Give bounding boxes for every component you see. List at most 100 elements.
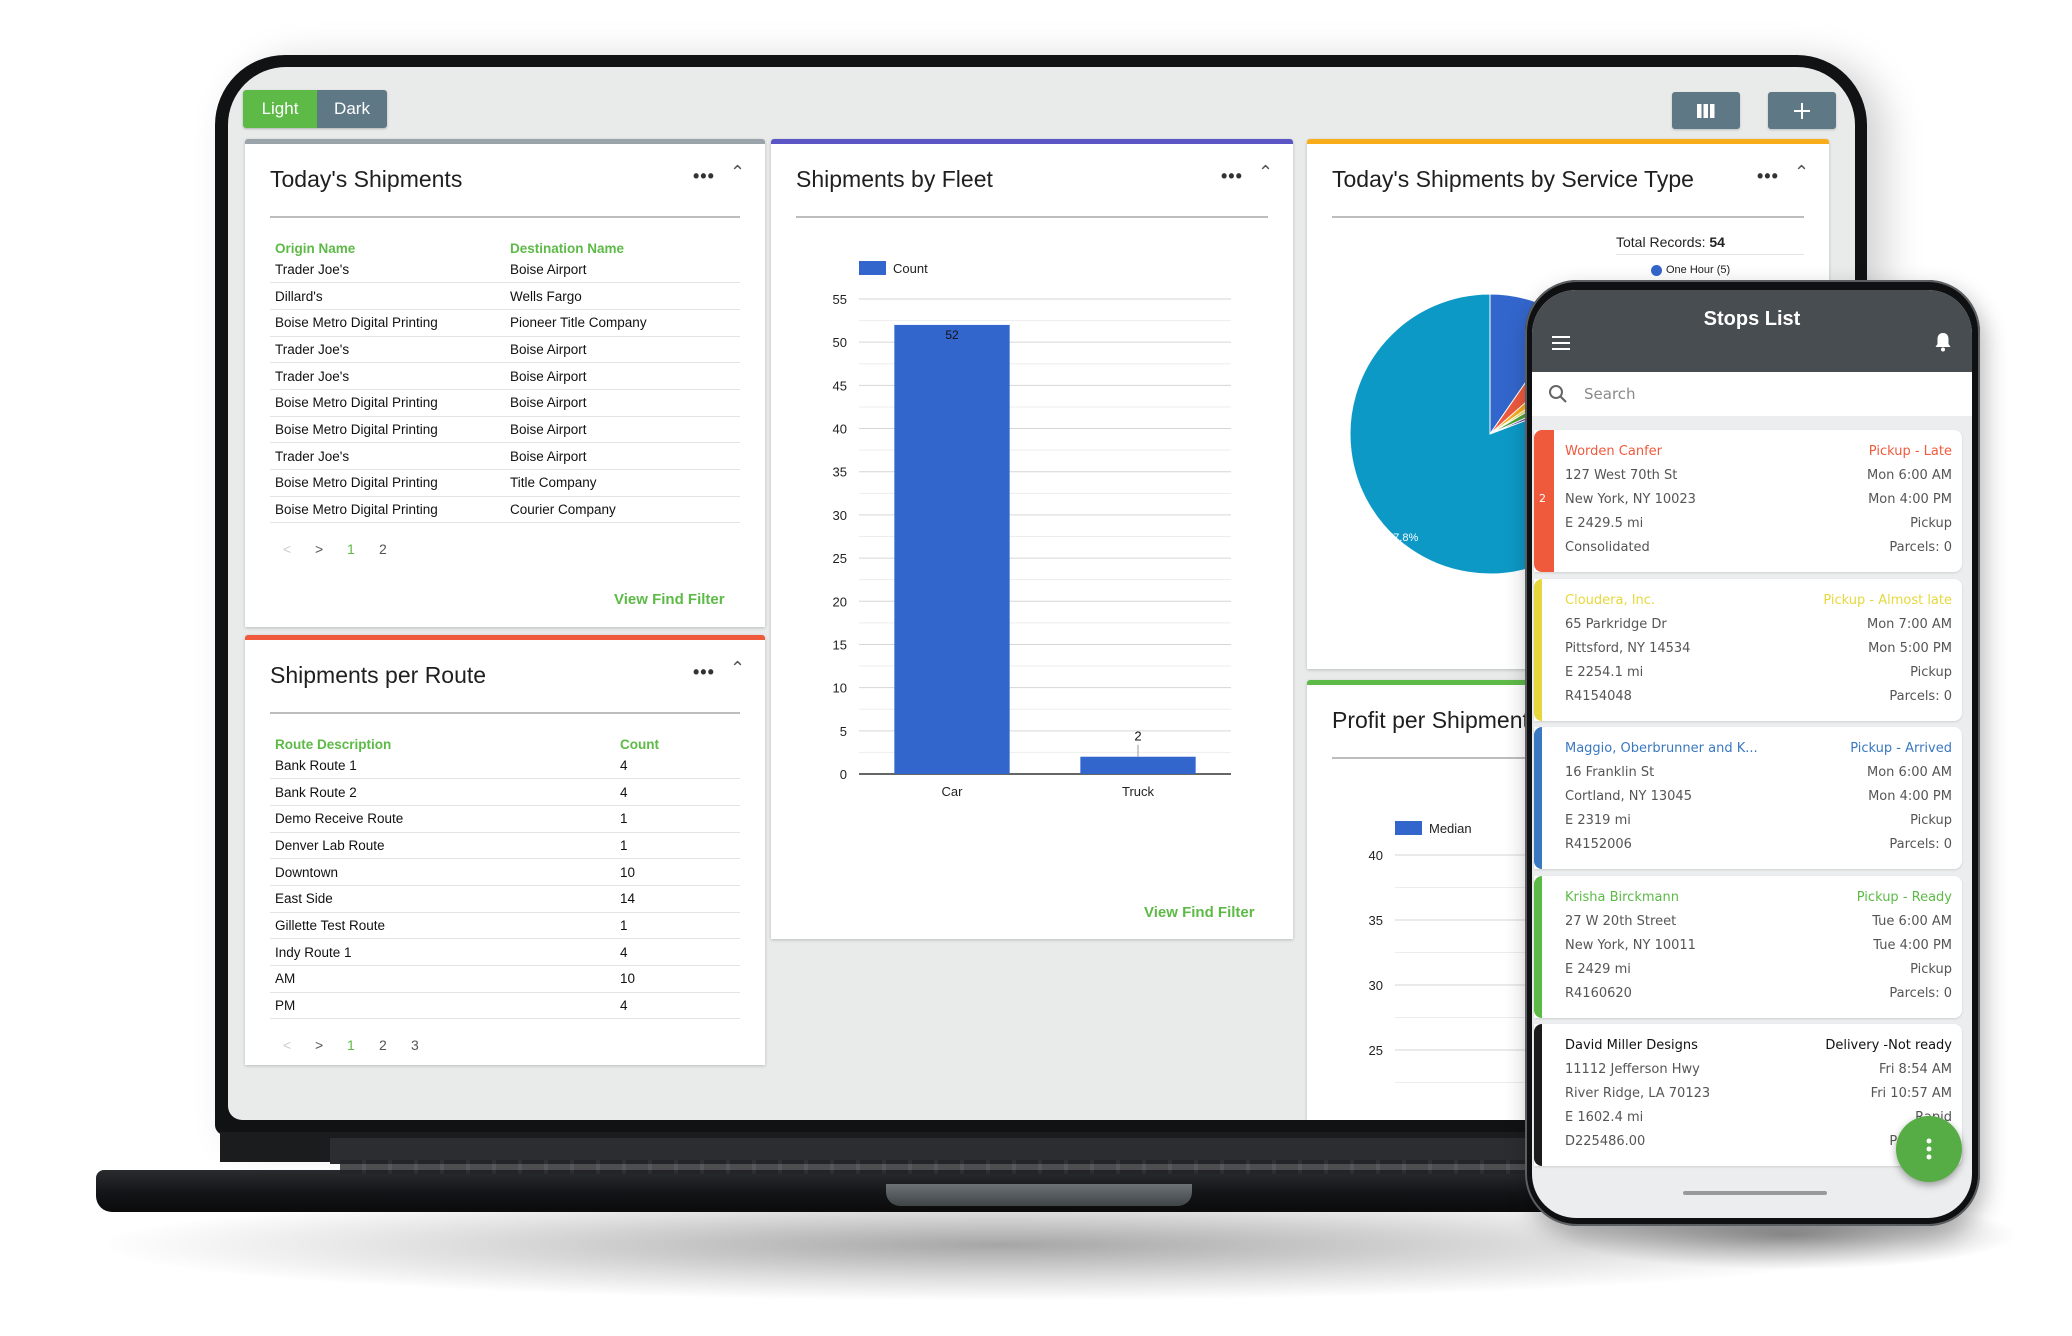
stop-detail-line: R4152006 <box>1565 837 1632 852</box>
more-actions-fab[interactable] <box>1896 1116 1962 1182</box>
table-cell: Trader Joe's <box>270 256 505 284</box>
y-tick-label: 30 <box>833 508 847 523</box>
column-header-origin[interactable]: Origin Name <box>270 232 505 256</box>
stop-card[interactable]: 2 Worden Canfer 127 West 70th St New York, … <box>1534 430 1962 572</box>
stop-status: Pickup - Late <box>1868 444 1952 459</box>
stop-card[interactable]: Maggio, Oberbrunner and K... 16 Franklin … <box>1534 727 1962 869</box>
chevron-up-icon[interactable]: ⌃ <box>730 162 745 183</box>
table-cell: Trader Joe's <box>270 362 505 390</box>
bell-icon[interactable] <box>1934 332 1952 352</box>
chevron-up-icon[interactable]: ⌃ <box>1794 162 1809 183</box>
column-header-count[interactable]: Count <box>615 728 740 752</box>
stop-schedule-line: Mon 7:00 AM <box>1867 616 1952 632</box>
view-find-filter-link[interactable]: View Find Filter <box>614 591 725 608</box>
page-1-button[interactable]: 1 <box>347 1037 379 1053</box>
table-cell: Demo Receive Route <box>270 805 615 833</box>
stop-detail-line: 16 Franklin St <box>1565 765 1655 780</box>
hamburger-menu-icon[interactable] <box>1552 336 1570 350</box>
table-cell: Boise Metro Digital Printing <box>270 416 505 444</box>
shipments-by-fleet-card: Shipments by Fleet ••• ⌃ 0 5 10 15 20 25 30 35 4… <box>771 139 1293 939</box>
y-tick-label: 40 <box>833 422 847 437</box>
route-row[interactable]: Denver Lab Route 1 <box>270 832 740 860</box>
stop-schedule: Pickup - Almost late Mon 7:00 AM Mon 5:00 … <box>1823 589 1952 709</box>
shipment-row[interactable]: Boise Metro Digital Printing Pioneer Titl… <box>270 309 740 337</box>
stop-detail-line: 11112 Jefferson Hwy <box>1565 1062 1700 1077</box>
columns-layout-button[interactable] <box>1672 92 1740 129</box>
x-tick-label: Car <box>942 784 964 799</box>
y-tick-label: 45 <box>833 378 847 393</box>
y-tick-label: 55 <box>833 292 847 307</box>
more-horizontal-icon[interactable]: ••• <box>693 662 715 683</box>
prev-page-button[interactable]: < <box>283 1037 315 1053</box>
stop-card[interactable]: Krisha Birckmann 27 W 20th Street New York… <box>1534 875 1962 1018</box>
search-bar <box>1532 372 1972 416</box>
shipment-row[interactable]: Trader Joe's Boise Airport <box>270 442 740 470</box>
shipment-row[interactable]: Dillard's Wells Fargo <box>270 282 740 310</box>
page-2-button[interactable]: 2 <box>379 1037 411 1053</box>
next-page-button[interactable]: > <box>315 541 347 557</box>
stop-schedule-line: Mon 4:00 PM <box>1868 492 1952 507</box>
route-row[interactable]: Downtown 10 <box>270 858 740 886</box>
shipment-row[interactable]: Boise Metro Digital Printing Title Compan… <box>270 469 740 497</box>
table-cell: Boise Metro Digital Printing <box>270 309 505 337</box>
stop-schedule-line: Parcels: 0 <box>1889 837 1952 852</box>
prev-page-button[interactable]: < <box>283 541 315 557</box>
shipment-row[interactable]: Boise Metro Digital Printing Boise Airpor… <box>270 389 740 417</box>
route-row[interactable]: PM 4 <box>270 992 740 1020</box>
column-header-destination[interactable]: Destination Name <box>505 232 740 256</box>
route-row[interactable]: Bank Route 24 <box>270 778 740 806</box>
stop-schedule-line: Pickup <box>1910 813 1952 828</box>
stop-detail-line: 27 W 20th Street <box>1565 913 1677 929</box>
search-input[interactable] <box>1584 380 1944 408</box>
table-cell: Boise Airport <box>505 416 740 444</box>
total-records-value: 54 <box>1709 234 1725 250</box>
card-title: Profit per Shipment <box>1332 707 1529 733</box>
more-horizontal-icon[interactable]: ••• <box>1757 166 1779 187</box>
y-tick-label: 10 <box>833 681 847 696</box>
y-tick-label: 50 <box>833 335 847 350</box>
page-2-button[interactable]: 2 <box>379 541 411 557</box>
stop-detail-line: 65 Parkridge Dr <box>1565 616 1667 632</box>
route-row[interactable]: Gillette Test Route 1 <box>270 912 740 940</box>
page-3-button[interactable]: 3 <box>411 1037 443 1053</box>
routes-table: Route Description Count Bank Route 1 4 Ban… <box>270 728 740 1020</box>
todays-shipments-card: Today's Shipments ••• ⌃ Origin Name Dest… <box>245 139 765 627</box>
route-row[interactable]: Demo Receive Route 1 <box>270 805 740 833</box>
shipment-row[interactable]: Boise Metro Digital Printing Boise Airpor… <box>270 416 740 444</box>
stop-schedule: Pickup - Late Mon 6:00 AM Mon 4:00 PM Picku… <box>1867 440 1952 560</box>
shipment-row[interactable]: Trader Joe's Boise Airport <box>270 256 740 284</box>
view-find-filter-link[interactable]: View Find Filter <box>1144 904 1255 921</box>
stop-schedule-line: Parcels: 0 <box>1889 688 1952 704</box>
route-row[interactable]: Indy Route 14 <box>270 938 740 966</box>
app-title: Stops List <box>1703 308 1801 330</box>
next-page-button[interactable]: > <box>315 1037 347 1053</box>
legend-label: Count <box>893 261 928 276</box>
light-theme-button[interactable]: Light <box>243 90 317 128</box>
stop-card[interactable]: Cloudera, Inc. 65 Parkridge Dr Pittsford, … <box>1534 578 1962 721</box>
chevron-up-icon[interactable]: ⌃ <box>730 658 745 679</box>
stop-schedule-line: Fri 10:57 AM <box>1870 1086 1952 1101</box>
shipment-row[interactable]: Trader Joe's Boise Airport <box>270 336 740 364</box>
route-row[interactable]: AM 10 <box>270 965 740 993</box>
stop-detail-line: E 2254.1 mi <box>1565 664 1644 680</box>
page-1-button[interactable]: 1 <box>347 541 379 557</box>
stop-name: Cloudera, Inc. <box>1565 592 1656 608</box>
table-cell: East Side <box>270 885 615 913</box>
route-row[interactable]: East Side 14 <box>270 885 740 913</box>
stop-detail-line: E 2429 mi <box>1565 961 1631 977</box>
stop-schedule-line: Mon 4:00 PM <box>1868 789 1952 804</box>
route-row[interactable]: Bank Route 14 <box>270 752 740 780</box>
stop-schedule: Pickup - Arrived Mon 6:00 AM Mon 4:00 PM Pi… <box>1850 737 1952 857</box>
chevron-up-icon[interactable]: ⌃ <box>1258 162 1273 183</box>
more-horizontal-icon[interactable]: ••• <box>1221 166 1243 187</box>
table-cell: 4 <box>615 992 740 1020</box>
more-horizontal-icon[interactable]: ••• <box>693 166 715 187</box>
column-header-route[interactable]: Route Description <box>270 728 615 752</box>
add-widget-button[interactable] <box>1768 92 1836 129</box>
total-records-label: Total Records: <box>1616 234 1706 250</box>
dark-theme-button[interactable]: Dark <box>317 90 387 128</box>
shipment-row[interactable]: Trader Joe's Boise Airport <box>270 362 740 390</box>
shipments-per-route-card: Shipments per Route ••• ⌃ Route Descript… <box>245 635 765 1065</box>
y-tick-label: 35 <box>1369 913 1383 928</box>
shipment-row[interactable]: Boise Metro Digital Printing Courier Comp… <box>270 496 740 524</box>
